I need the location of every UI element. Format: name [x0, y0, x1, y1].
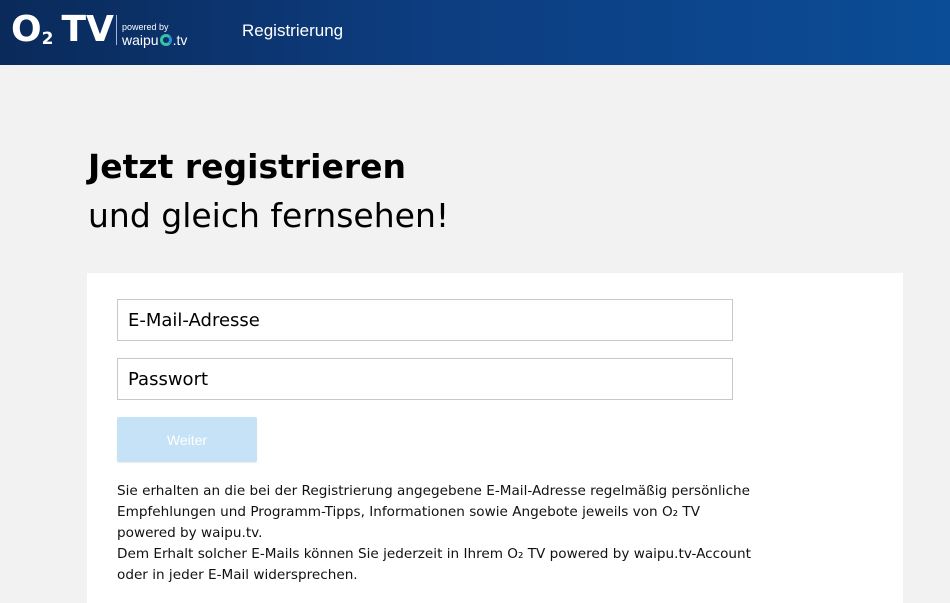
logo-subscript: 2 — [41, 29, 54, 49]
newsletter-info: Sie erhalten an die bei der Registrierun… — [117, 481, 757, 586]
waipu-mark-icon — [159, 34, 172, 46]
top-header: O 2 TV powered by waipu .tv Registrierun… — [0, 0, 950, 65]
logo-tv: TV — [61, 9, 114, 50]
info-paragraph-2: Dem Erhalt solcher E-Mails können Sie je… — [117, 546, 751, 583]
waipu-logo: waipu .tv — [122, 33, 187, 47]
hero-heading: Jetzt registrieren — [88, 147, 407, 186]
email-input[interactable] — [128, 309, 722, 331]
logo-o: O — [11, 9, 42, 50]
password-input[interactable] — [128, 368, 722, 390]
waipu-tv-text: .tv — [172, 32, 188, 48]
powered-by-waipu: powered by waipu .tv — [116, 15, 187, 47]
password-field[interactable] — [117, 358, 733, 400]
page-nav-title: Registrierung — [242, 21, 344, 40]
waipu-text: waipu — [122, 32, 159, 48]
continue-button[interactable]: Weiter — [117, 417, 257, 462]
o2-tv-logo[interactable]: O 2 TV — [11, 10, 114, 50]
email-field[interactable] — [117, 299, 733, 341]
registration-card: Weiter Sie erhalten an die bei der Regis… — [87, 273, 903, 603]
info-paragraph-1: Sie erhalten an die bei der Registrierun… — [117, 483, 751, 541]
hero-subheading: und gleich fernsehen! — [88, 196, 450, 235]
powered-by-label: powered by — [122, 22, 169, 32]
